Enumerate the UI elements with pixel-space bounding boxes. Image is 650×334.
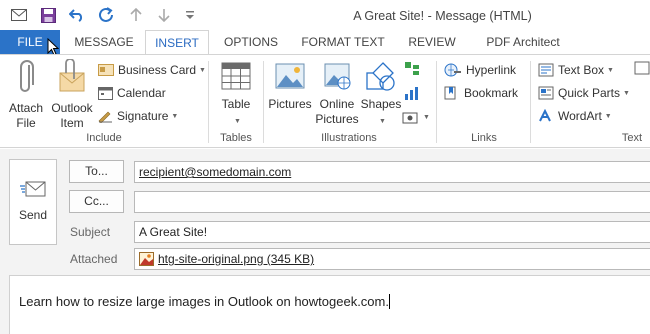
outlook-item-label-2: Item — [60, 116, 84, 130]
quick-parts-icon — [538, 86, 554, 100]
bookmark-label: Bookmark — [464, 86, 519, 100]
recipient-address[interactable]: recipient@somedomain.com — [139, 165, 291, 179]
hyperlink-button[interactable]: Hyperlink — [444, 60, 516, 80]
signature-line-icon[interactable] — [634, 60, 650, 76]
message-body[interactable]: Learn how to resize large images in Outl… — [9, 275, 650, 334]
chevron-down-icon: ▼ — [423, 113, 430, 121]
hyperlink-icon — [444, 63, 462, 77]
shapes-button[interactable]: Shapes ▼ — [359, 59, 403, 129]
business-card-label: Business Card — [118, 63, 197, 77]
ribbon-insert: Attach File Outlook Item Business Card ▼ … — [0, 54, 650, 148]
chevron-down-icon: ▼ — [623, 89, 630, 97]
table-button[interactable]: Table ▼ — [214, 59, 258, 129]
chevron-down-icon: ▼ — [171, 112, 179, 120]
table-icon — [221, 62, 251, 90]
ribbon-tabs: FILE MESSAGE INSERT OPTIONS FORMAT TEXT … — [0, 30, 650, 56]
window-title: A Great Site! - Message (HTML) — [353, 9, 532, 23]
group-divider — [208, 61, 209, 143]
text-box-icon — [538, 63, 554, 77]
tab-review[interactable]: REVIEW — [398, 30, 466, 55]
quick-parts-button[interactable]: Quick Parts ▼ — [538, 83, 630, 103]
business-card-icon — [98, 64, 114, 76]
attach-file-label-1: Attach — [8, 101, 44, 115]
chevron-down-icon: ▼ — [379, 118, 386, 125]
tab-insert[interactable]: INSERT — [145, 30, 209, 56]
bookmark-button[interactable]: Bookmark — [444, 83, 518, 103]
to-field[interactable]: recipient@somedomain.com — [134, 161, 650, 183]
tab-format-text[interactable]: FORMAT TEXT — [295, 30, 391, 55]
business-card-button[interactable]: Business Card ▼ — [98, 60, 206, 80]
outlook-item-icon — [59, 59, 85, 92]
screenshot-icon — [402, 112, 418, 124]
to-button[interactable]: To... — [69, 160, 124, 183]
signature-button[interactable]: Signature ▼ — [98, 106, 178, 126]
quick-parts-label: Quick Parts — [558, 86, 621, 100]
tab-message[interactable]: MESSAGE — [68, 30, 140, 55]
picture-icon — [275, 63, 305, 89]
chevron-down-icon: ▼ — [199, 66, 206, 74]
text-cursor — [388, 294, 390, 309]
chevron-down-icon: ▼ — [607, 66, 614, 74]
online-picture-icon — [324, 63, 351, 90]
send-button[interactable]: Send — [9, 159, 57, 245]
group-divider — [436, 61, 437, 143]
title-bar: A Great Site! - Message (HTML) — [0, 0, 650, 30]
calendar-label: Calendar — [117, 86, 166, 100]
subject-field[interactable]: A Great Site! — [134, 221, 650, 243]
tab-pdf-architect[interactable]: PDF Architect — [473, 30, 573, 55]
text-box-label: Text Box — [558, 63, 605, 77]
bookmark-icon — [444, 86, 460, 100]
attached-label: Attached — [70, 252, 118, 266]
group-label-tables: Tables — [220, 132, 252, 144]
online-pictures-label-2: Pictures — [315, 112, 359, 126]
shapes-label: Shapes — [360, 97, 402, 111]
wordart-label: WordArt — [558, 109, 602, 123]
cc-button[interactable]: Cc... — [69, 190, 124, 213]
pictures-button[interactable]: Pictures — [266, 59, 314, 112]
table-label: Table — [221, 97, 251, 111]
cc-field[interactable] — [134, 191, 650, 213]
chevron-down-icon: ▼ — [234, 118, 241, 125]
group-divider — [530, 61, 531, 143]
calendar-button[interactable]: Calendar — [98, 83, 166, 103]
subject-label: Subject — [70, 225, 111, 239]
screenshot-button[interactable]: ▼ — [402, 110, 430, 124]
group-label-links: Links — [471, 132, 497, 144]
chart-icon[interactable] — [404, 85, 420, 104]
attachment-item[interactable]: htg-site-original.png (345 KB) — [158, 249, 314, 269]
outlook-item-label-1: Outlook — [51, 101, 93, 115]
chevron-down-icon: ▼ — [604, 112, 612, 120]
message-header: Send To... recipient@somedomain.com Cc..… — [0, 149, 650, 334]
signature-label: Signature — [117, 109, 169, 123]
send-envelope-icon — [20, 181, 46, 197]
calendar-icon — [98, 86, 113, 100]
send-label: Send — [18, 208, 48, 222]
tab-options[interactable]: OPTIONS — [215, 30, 287, 55]
message-body-text: Learn how to resize large images in Outl… — [19, 294, 389, 309]
group-label-include: Include — [86, 132, 122, 144]
wordart-button[interactable]: WordArt ▼ — [538, 106, 612, 126]
online-pictures-label-1: Online — [319, 97, 355, 111]
signature-icon — [98, 109, 113, 123]
shapes-icon — [366, 62, 395, 91]
pictures-label: Pictures — [268, 97, 312, 111]
attachment-field: htg-site-original.png (345 KB) — [134, 248, 650, 270]
attach-file-button[interactable]: Attach File — [4, 59, 48, 131]
outlook-item-button[interactable]: Outlook Item — [48, 59, 96, 131]
ribbon-overflow — [634, 60, 650, 120]
group-divider — [263, 61, 264, 143]
hyperlink-label: Hyperlink — [466, 63, 517, 77]
paperclip-icon — [20, 60, 34, 92]
online-pictures-button[interactable]: Online Pictures — [315, 59, 359, 127]
smartart-icon[interactable] — [404, 61, 420, 80]
group-label-illustrations: Illustrations — [321, 132, 377, 144]
attach-file-label-2: File — [16, 116, 36, 130]
group-label-text: Text — [621, 132, 643, 144]
wordart-icon — [538, 109, 554, 123]
text-box-button[interactable]: Text Box ▼ — [538, 60, 614, 80]
image-file-icon — [139, 252, 154, 266]
